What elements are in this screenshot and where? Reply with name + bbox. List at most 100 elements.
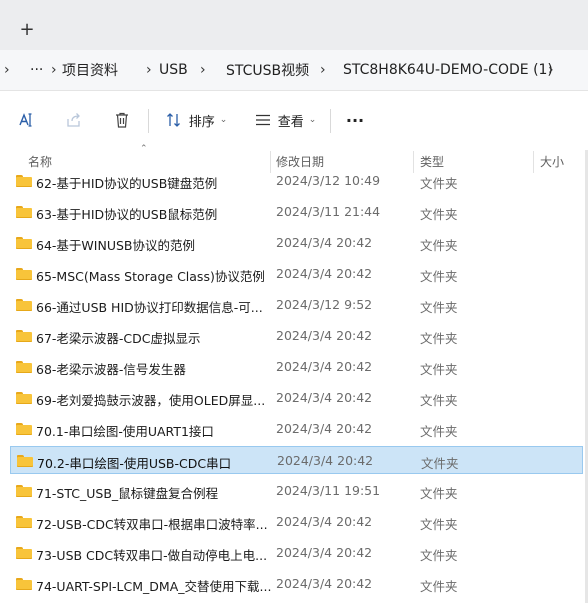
file-row[interactable]: 72-USB-CDC转双串口-根据串口波特率... 2024/3/4 20:42 文… xyxy=(10,508,583,536)
file-type: 文件夹 xyxy=(420,269,458,284)
sort-icon xyxy=(166,113,180,127)
tab-strip: + xyxy=(0,0,588,50)
chevron-down-icon: ⌄ xyxy=(219,115,228,125)
view-button[interactable]: 查看 ⌄ xyxy=(250,103,320,137)
file-type: 文件夹 xyxy=(420,362,458,377)
file-row[interactable]: 64-基于WINUSB协议的范例 2024/3/4 20:42 文件夹 xyxy=(10,229,583,257)
file-modified-date: 2024/3/4 20:42 xyxy=(276,328,373,343)
breadcrumb-item-demo-code[interactable]: STC8H8K64U-DEMO-CODE (1) xyxy=(343,50,553,90)
file-name: 74-UART-SPI-LCM_DMA_交替使用下载... xyxy=(36,579,272,594)
file-modified-date: 2024/3/12 10:49 xyxy=(276,173,381,188)
chevron-right-icon[interactable]: › xyxy=(146,50,152,90)
toolbar-divider xyxy=(330,109,331,133)
file-type: 文件夹 xyxy=(420,207,458,222)
breadcrumb-item-project[interactable]: 项目资料 xyxy=(62,50,118,90)
rename-button[interactable] xyxy=(12,103,42,137)
file-type: 文件夹 xyxy=(420,238,458,253)
file-name: 66-通过USB HID协议打印数据信息-可... xyxy=(36,300,263,315)
file-row[interactable]: 71-STC_USB_鼠标键盘复合例程 2024/3/11 19:51 文件夹 xyxy=(10,477,583,505)
chevron-down-icon: ⌄ xyxy=(308,115,317,125)
file-type: 文件夹 xyxy=(420,579,458,594)
chevron-right-icon[interactable]: › xyxy=(320,50,326,90)
file-row[interactable]: 67-老梁示波器-CDC虚拟显示 2024/3/4 20:42 文件夹 xyxy=(10,322,583,350)
file-name: 68-老梁示波器-信号发生器 xyxy=(36,362,186,377)
chevron-right-icon[interactable]: › xyxy=(548,50,554,90)
chevron-right-icon[interactable]: › xyxy=(51,50,57,90)
file-name: 63-基于HID协议的USB鼠标范例 xyxy=(36,207,218,222)
file-name: 69-老刘爱捣鼓示波器，使用OLED屏显... xyxy=(36,393,266,408)
folder-icon xyxy=(16,299,32,311)
file-row[interactable]: 63-基于HID协议的USB鼠标范例 2024/3/11 21:44 文件夹 xyxy=(10,198,583,226)
breadcrumb: › ··· › 项目资料 › USB › STCUSB视频 › STC8H8K6… xyxy=(0,50,588,91)
folder-icon xyxy=(16,485,32,497)
file-modified-date: 2024/3/11 19:51 xyxy=(276,483,381,498)
command-bar: 排序 ⌄ 查看 ⌄ ··· xyxy=(0,91,588,149)
view-list-icon xyxy=(255,114,270,126)
file-modified-date: 2024/3/4 20:42 xyxy=(276,576,373,591)
file-type: 文件夹 xyxy=(421,456,459,471)
file-modified-date: 2024/3/4 20:42 xyxy=(276,514,373,529)
file-name: 67-老梁示波器-CDC虚拟显示 xyxy=(36,331,201,346)
share-button[interactable] xyxy=(59,103,89,137)
trash-icon xyxy=(116,112,128,128)
file-name: 70.2-串口绘图-使用USB-CDC串口 xyxy=(37,456,232,471)
file-type: 文件夹 xyxy=(420,300,458,315)
folder-icon xyxy=(16,392,32,404)
file-modified-date: 2024/3/4 20:42 xyxy=(277,453,374,468)
folder-icon xyxy=(16,578,32,590)
chevron-right-icon[interactable]: › xyxy=(200,50,206,90)
file-name: 70.1-串口绘图-使用UART1接口 xyxy=(36,424,214,439)
breadcrumb-overflow-button[interactable]: ··· xyxy=(30,50,43,90)
file-row[interactable]: 68-老梁示波器-信号发生器 2024/3/4 20:42 文件夹 xyxy=(10,353,583,381)
sort-button[interactable]: 排序 ⌄ xyxy=(160,103,232,137)
file-modified-date: 2024/3/4 20:42 xyxy=(276,266,373,281)
file-name: 65-MSC(Mass Storage Class)协议范例 xyxy=(36,269,265,284)
file-row[interactable]: 65-MSC(Mass Storage Class)协议范例 2024/3/4 2… xyxy=(10,260,583,288)
sort-label: 排序 xyxy=(188,114,215,130)
file-type: 文件夹 xyxy=(420,331,458,346)
new-tab-button[interactable]: + xyxy=(12,16,42,42)
file-modified-date: 2024/3/4 20:42 xyxy=(276,359,373,374)
file-type: 文件夹 xyxy=(420,517,458,532)
folder-icon xyxy=(17,455,33,467)
file-row[interactable]: 62-基于HID协议的USB键盘范例 2024/3/12 10:49 文件夹 xyxy=(10,167,583,195)
breadcrumb-item-usb[interactable]: USB xyxy=(159,50,188,90)
file-modified-date: 2024/3/11 21:44 xyxy=(276,204,381,219)
folder-icon xyxy=(16,330,32,342)
file-name: 71-STC_USB_鼠标键盘复合例程 xyxy=(36,486,219,501)
folder-icon xyxy=(16,516,32,528)
file-modified-date: 2024/3/12 9:52 xyxy=(276,297,373,312)
folder-icon xyxy=(16,423,32,435)
file-name: 73-USB CDC转双串口-做自动停电上电... xyxy=(36,548,268,563)
delete-button[interactable] xyxy=(107,103,137,137)
file-name: 64-基于WINUSB协议的范例 xyxy=(36,238,195,253)
file-type: 文件夹 xyxy=(420,424,458,439)
folder-icon xyxy=(16,268,32,280)
folder-icon xyxy=(16,547,32,559)
file-modified-date: 2024/3/4 20:42 xyxy=(276,390,373,405)
breadcrumb-item-stcusb[interactable]: STCUSB视频 xyxy=(226,50,309,90)
folder-icon xyxy=(16,175,32,187)
file-row[interactable]: 70.1-串口绘图-使用UART1接口 2024/3/4 20:42 文件夹 xyxy=(10,415,583,443)
file-row[interactable]: 74-UART-SPI-LCM_DMA_交替使用下载... 2024/3/4 20… xyxy=(10,570,583,598)
file-modified-date: 2024/3/4 20:42 xyxy=(276,235,373,250)
file-row[interactable]: 66-通过USB HID协议打印数据信息-可... 2024/3/12 9:52 文… xyxy=(10,291,583,319)
file-row[interactable]: 73-USB CDC转双串口-做自动停电上电... 2024/3/4 20:42 文… xyxy=(10,539,583,567)
file-modified-date: 2024/3/4 20:42 xyxy=(276,421,373,436)
file-modified-date: 2024/3/4 20:42 xyxy=(276,545,373,560)
sort-ascending-icon: ⌃ xyxy=(140,144,148,154)
rename-icon xyxy=(19,113,32,127)
file-type: 文件夹 xyxy=(420,548,458,563)
file-row[interactable]: 69-老刘爱捣鼓示波器，使用OLED屏显... 2024/3/4 20:42 文件夹 xyxy=(10,384,583,412)
file-type: 文件夹 xyxy=(420,486,458,501)
file-type: 文件夹 xyxy=(420,393,458,408)
file-name: 62-基于HID协议的USB键盘范例 xyxy=(36,176,218,191)
file-type: 文件夹 xyxy=(420,176,458,191)
toolbar-divider xyxy=(148,109,149,133)
more-options-button[interactable]: ··· xyxy=(340,103,370,137)
folder-icon xyxy=(16,237,32,249)
chevron-right-icon[interactable]: › xyxy=(4,50,10,90)
folder-icon xyxy=(16,361,32,373)
file-row[interactable]: 70.2-串口绘图-使用USB-CDC串口 2024/3/4 20:42 文件夹 xyxy=(10,446,583,474)
view-label: 查看 xyxy=(277,114,304,130)
